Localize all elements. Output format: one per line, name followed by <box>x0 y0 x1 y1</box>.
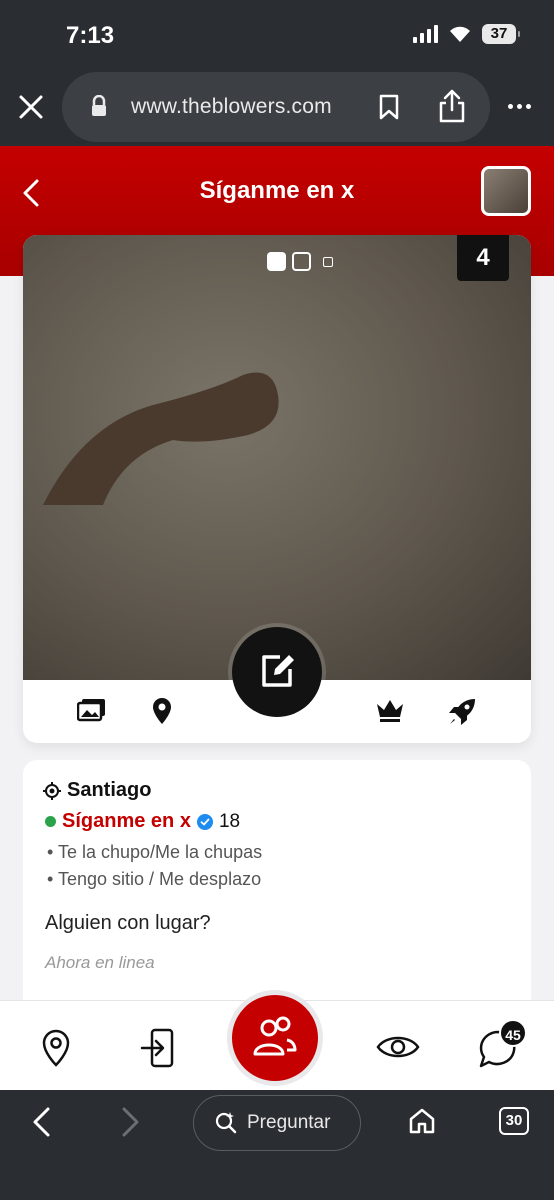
edit-button[interactable] <box>232 627 322 717</box>
people-center-button[interactable] <box>227 990 323 1086</box>
bookmark-icon[interactable] <box>378 94 400 120</box>
signal-icon <box>413 25 438 43</box>
map-pin-nav-icon[interactable] <box>40 1028 72 1068</box>
pager-dot[interactable] <box>323 256 333 267</box>
photo-pager[interactable] <box>267 252 333 271</box>
crown-icon[interactable] <box>375 697 405 723</box>
photo-count-badge: 4 <box>457 235 509 281</box>
close-icon[interactable] <box>18 94 44 120</box>
edit-icon <box>262 655 294 687</box>
profile-age: 18 <box>218 810 241 832</box>
profile-tag: • Tengo sitio / Me desplazo <box>47 869 262 889</box>
more-icon[interactable] <box>508 104 531 109</box>
home-icon[interactable] <box>408 1107 436 1135</box>
login-phone-icon[interactable] <box>140 1028 176 1068</box>
photo-image <box>43 372 279 505</box>
lock-icon <box>92 95 106 116</box>
profile-description: Alguien con lugar? <box>45 912 211 934</box>
profile-tag: • Te la chupo/Me la chupas <box>47 842 263 862</box>
name-row: Síganme en x 18 <box>45 810 240 833</box>
tabs-count-button[interactable]: 30 <box>499 1107 529 1135</box>
last-seen-status: Ahora en linea <box>45 953 155 972</box>
city-row: Santiago <box>43 779 151 802</box>
gallery-icon[interactable] <box>77 697 107 723</box>
pager-dot[interactable] <box>292 252 311 271</box>
ask-label[interactable]: Preguntar <box>247 1112 330 1134</box>
profile-name: Síganme en x <box>62 810 191 832</box>
browser-forward-icon[interactable] <box>118 1106 144 1138</box>
pager-dot-active[interactable] <box>267 252 286 271</box>
page-title: Síganme en x <box>199 177 355 204</box>
battery-indicator: 37 <box>482 24 520 44</box>
browser-back-icon[interactable] <box>28 1106 54 1138</box>
profile-card: 4 <box>23 235 531 743</box>
location-pin-icon[interactable] <box>151 697 173 725</box>
city-name: Santiago <box>67 779 152 801</box>
url-text[interactable]: www.theblowers.com <box>131 95 332 119</box>
profile-info: Santiago Síganme en x 18 • Te la chupo/M… <box>23 760 531 1000</box>
rocket-icon[interactable] <box>447 697 477 727</box>
profile-photo[interactable]: 4 <box>23 235 531 680</box>
wifi-icon <box>450 26 470 42</box>
status-time: 7:13 <box>66 22 115 49</box>
online-status-dot <box>45 816 56 827</box>
messages-badge: 45 <box>499 1019 527 1047</box>
eye-icon[interactable] <box>376 1032 420 1062</box>
verified-icon <box>196 813 213 830</box>
people-icon <box>253 1016 297 1056</box>
target-location-icon <box>43 781 61 800</box>
share-icon[interactable] <box>437 88 467 124</box>
avatar[interactable] <box>481 166 531 216</box>
status-icons: 37 <box>413 24 520 44</box>
ai-search-icon <box>215 1112 237 1134</box>
